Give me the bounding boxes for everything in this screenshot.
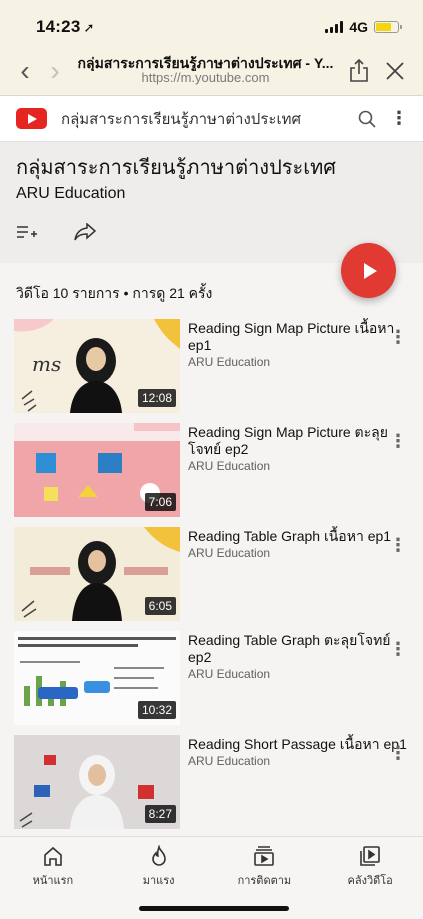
network-label: 4G — [349, 19, 368, 35]
share-arrow-icon — [74, 222, 97, 241]
more-vert-icon: ⋮ — [389, 431, 407, 451]
address-bar[interactable]: กลุ่มสาระการเรียนรู้ภาษาต่างประเทศ - Y..… — [70, 55, 341, 86]
nav-home[interactable]: หน้าแรก — [5, 845, 101, 919]
search-icon — [358, 110, 376, 128]
back-button[interactable]: ‹ — [10, 56, 40, 85]
library-icon — [360, 846, 380, 866]
video-menu-button[interactable]: ⋮ — [389, 640, 407, 658]
video-channel: ARU Education — [188, 753, 271, 768]
nav-library-label: คลังวิดีโอ — [347, 875, 393, 887]
header-title: กลุ่มสาระการเรียนรู้ภาษาต่างประเทศ — [61, 110, 301, 128]
more-vert-icon: ⋮ — [389, 743, 407, 763]
video-menu-button[interactable]: ⋮ — [389, 744, 407, 762]
close-button[interactable] — [377, 61, 413, 80]
share-playlist-button[interactable] — [74, 222, 97, 246]
battery-icon — [374, 21, 402, 33]
close-icon — [386, 61, 404, 80]
video-duration: 6:05 — [144, 597, 176, 615]
signal-icon — [325, 21, 344, 33]
video-duration: 7:06 — [144, 493, 176, 511]
page-domain: https://m.youtube.com — [141, 70, 270, 86]
youtube-logo-icon[interactable] — [16, 108, 47, 129]
status-time: 14:23 ➚ — [36, 17, 95, 36]
video-list: ms 12:08 Reading Sign Map Picture เนื้อห… — [0, 319, 423, 839]
video-item[interactable]: 10:32 Reading Table Graph ตะลุยโจทย์ ep2… — [0, 631, 423, 735]
share-button[interactable] — [341, 58, 377, 83]
video-duration: 12:08 — [137, 389, 176, 407]
more-vert-icon: ⋮ — [389, 639, 407, 659]
playlist-actions — [16, 222, 407, 246]
video-channel: ARU Education — [188, 354, 271, 369]
video-channel: ARU Education — [188, 458, 271, 473]
home-icon — [44, 846, 62, 866]
nav-library[interactable]: คลังวิดีโอ — [322, 845, 418, 919]
status-bar: 14:23 ➚ 4G — [0, 0, 423, 46]
video-channel: ARU Education — [188, 545, 271, 560]
explore-icon — [151, 845, 166, 866]
video-item[interactable]: 8:27 Reading Short Passage เนื้อหา ep1 A… — [0, 735, 423, 839]
page-title: กลุ่มสาระการเรียนรู้ภาษาต่างประเทศ - Y..… — [77, 54, 334, 71]
video-item[interactable]: ms 12:08 Reading Sign Map Picture เนื้อห… — [0, 319, 423, 423]
search-button[interactable] — [345, 110, 389, 128]
video-title: Reading Table Graph ตะลุยโจทย์ ep2 — [188, 632, 391, 665]
video-title: Reading Sign Map Picture เนื้อหา ep1 — [188, 320, 395, 353]
playlist-title: กลุ่มสาระการเรียนรู้ภาษาต่างประเทศ — [16, 157, 336, 179]
more-vert-icon: ⋮ — [390, 108, 408, 128]
forward-button[interactable]: › — [40, 56, 70, 85]
video-item[interactable]: 6:05 Reading Table Graph เนื้อหา ep1 ARU… — [0, 527, 423, 631]
save-to-library-button[interactable] — [16, 224, 38, 245]
video-title: Reading Sign Map Picture ตะลุยโจทย์ ep2 — [188, 424, 388, 457]
location-arrow-icon: ➚ — [83, 20, 95, 35]
video-title: Reading Short Passage เนื้อหา ep1 — [188, 736, 407, 752]
status-indicators: 4G — [325, 19, 402, 35]
play-all-button[interactable] — [341, 243, 396, 298]
share-icon — [350, 58, 368, 82]
video-info: Reading Short Passage เนื้อหา ep1 ARU Ed… — [188, 735, 409, 839]
video-thumbnail[interactable]: ms 12:08 — [14, 319, 180, 413]
more-options-button[interactable]: ⋮ — [389, 108, 409, 129]
browser-bar: ‹ › กลุ่มสาระการเรียนรู้ภาษาต่างประเทศ -… — [0, 46, 423, 96]
video-title: Reading Table Graph เนื้อหา ep1 — [188, 528, 392, 544]
video-menu-button[interactable]: ⋮ — [389, 432, 407, 450]
video-menu-button[interactable]: ⋮ — [389, 536, 407, 554]
video-duration: 8:27 — [144, 805, 176, 823]
video-info: Reading Sign Map Picture ตะลุยโจทย์ ep2 … — [188, 423, 409, 527]
playlist-add-icon — [17, 226, 37, 238]
nav-home-label: หน้าแรก — [32, 875, 74, 887]
video-channel: ARU Education — [188, 666, 271, 681]
video-item[interactable]: 7:06 Reading Sign Map Picture ตะลุยโจทย์… — [0, 423, 423, 527]
youtube-header: กลุ่มสาระการเรียนรู้ภาษาต่างประเทศ ⋮ — [0, 96, 423, 142]
video-info: Reading Sign Map Picture เนื้อหา ep1 ARU… — [188, 319, 409, 423]
nav-subscriptions-label: การติดตาม — [237, 875, 292, 887]
playlist-channel[interactable]: ARU Education — [16, 185, 407, 203]
video-menu-button[interactable]: ⋮ — [389, 328, 407, 346]
video-info: Reading Table Graph ตะลุยโจทย์ ep2 ARU E… — [188, 631, 409, 735]
more-vert-icon: ⋮ — [389, 535, 407, 555]
video-duration: 10:32 — [137, 701, 176, 719]
nav-explore-label: มาแรง — [142, 875, 175, 887]
video-thumbnail[interactable]: 6:05 — [14, 527, 180, 621]
svg-text:ms: ms — [32, 352, 61, 376]
video-thumbnail[interactable]: 10:32 — [14, 631, 180, 725]
video-info: Reading Table Graph เนื้อหา ep1 ARU Educ… — [188, 527, 409, 631]
home-indicator[interactable] — [139, 906, 289, 911]
subscriptions-icon — [254, 846, 275, 866]
more-vert-icon: ⋮ — [389, 327, 407, 347]
video-thumbnail[interactable]: 7:06 — [14, 423, 180, 517]
video-thumbnail[interactable]: 8:27 — [14, 735, 180, 829]
